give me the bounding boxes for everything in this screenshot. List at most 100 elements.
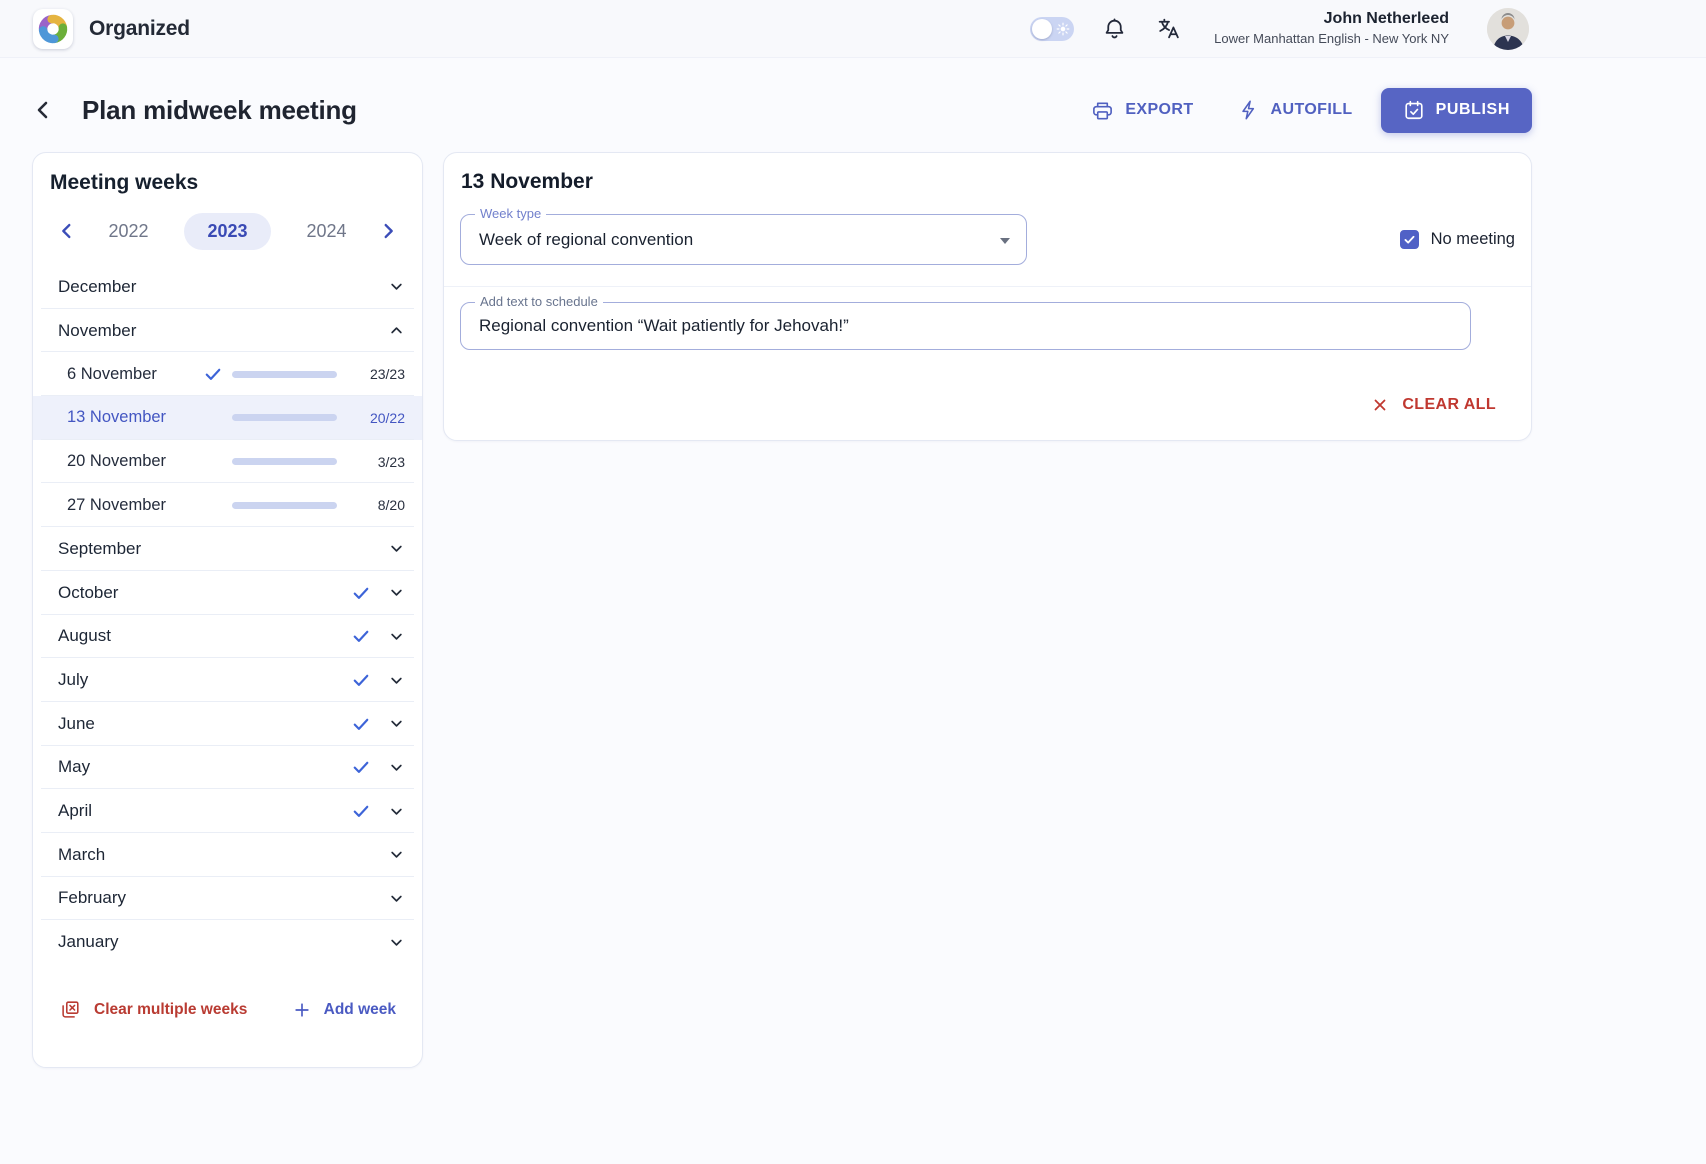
language-button[interactable]: [1154, 15, 1182, 43]
autofill-button[interactable]: AUTOFILL: [1238, 99, 1353, 121]
week-type-select[interactable]: Week type Week of regional convention: [460, 214, 1027, 265]
back-button[interactable]: [30, 97, 56, 123]
week-type-value: Week of regional convention: [479, 230, 693, 250]
meeting-weeks-panel: Meeting weeks 2022 2023 2024 December No…: [32, 152, 423, 1068]
autofill-label: AUTOFILL: [1271, 101, 1353, 119]
top-bar: Organized: [0, 0, 1706, 58]
section-divider: [444, 286, 1531, 287]
month-label: March: [58, 845, 387, 865]
week-count: 23/23: [337, 366, 405, 382]
week-row[interactable]: 13 November 20/22: [33, 396, 422, 440]
year-tab-prev[interactable]: 2022: [108, 221, 148, 242]
month-label: December: [58, 277, 387, 297]
week-row[interactable]: 20 November 3/23: [33, 440, 422, 484]
no-meeting-checkbox[interactable]: [1400, 230, 1419, 249]
month-check-icon: [351, 714, 371, 734]
export-button[interactable]: EXPORT: [1091, 99, 1193, 122]
clear-all-button[interactable]: CLEAR ALL: [1371, 396, 1496, 414]
month-check-icon: [351, 670, 371, 690]
chevron-down-icon[interactable]: [387, 845, 406, 864]
chevron-down-icon[interactable]: [387, 802, 406, 821]
month-row[interactable]: January: [33, 920, 422, 964]
month-label: February: [58, 888, 387, 908]
plus-icon: [292, 1000, 312, 1020]
schedule-text-label: Add text to schedule: [475, 294, 603, 309]
chevron-down-icon[interactable]: [387, 758, 406, 777]
week-row[interactable]: 6 November 23/23: [33, 352, 422, 396]
theme-toggle[interactable]: [1030, 17, 1074, 41]
year-navigation: 2022 2023 2024: [55, 212, 400, 250]
export-label: EXPORT: [1125, 101, 1193, 119]
chevron-left-icon: [31, 98, 55, 122]
prev-year-button[interactable]: [55, 219, 79, 243]
week-label: 6 November: [67, 365, 203, 384]
year-tab-selected[interactable]: 2023: [184, 213, 270, 250]
month-label: August: [58, 626, 351, 646]
week-progress-bar: [232, 458, 337, 465]
month-check-icon: [351, 583, 371, 603]
chevron-down-icon[interactable]: [387, 933, 406, 952]
brand-name: Organized: [89, 17, 190, 41]
chevron-down-icon[interactable]: [387, 671, 406, 690]
user-info[interactable]: John Netherleed Lower Manhattan English …: [1214, 9, 1449, 47]
schedule-text-field: Add text to schedule: [460, 302, 1471, 350]
month-label: May: [58, 757, 351, 777]
next-year-button[interactable]: [376, 219, 400, 243]
week-progress-bar: [232, 371, 337, 378]
month-row[interactable]: March: [33, 833, 422, 877]
month-row[interactable]: April: [33, 789, 422, 833]
sun-icon: [1056, 22, 1070, 36]
week-count: 3/23: [337, 454, 405, 470]
year-tab-next[interactable]: 2024: [306, 221, 346, 242]
clear-multiple-weeks-button[interactable]: Clear multiple weeks: [59, 999, 247, 1021]
app-logo-icon[interactable]: [33, 9, 73, 49]
publish-label: PUBLISH: [1436, 101, 1510, 119]
month-list: December November 6 November 23/23 13 No…: [33, 265, 422, 964]
month-row[interactable]: July: [33, 658, 422, 702]
month-row[interactable]: February: [33, 877, 422, 921]
week-label: 27 November: [67, 496, 203, 515]
schedule-text-input[interactable]: [461, 303, 1470, 349]
page-title: Plan midweek meeting: [82, 95, 357, 126]
chevron-down-icon[interactable]: [387, 583, 406, 602]
chevron-down-icon[interactable]: [387, 539, 406, 558]
chevron-down-icon[interactable]: [387, 714, 406, 733]
month-label: April: [58, 801, 351, 821]
month-row[interactable]: September: [33, 527, 422, 571]
printer-icon: [1091, 99, 1114, 122]
month-row[interactable]: June: [33, 702, 422, 746]
translate-icon: [1156, 16, 1181, 41]
toggle-knob: [1032, 19, 1052, 39]
week-detail-panel: 13 November Week type Week of regional c…: [443, 152, 1532, 441]
check-icon: [1403, 233, 1416, 246]
no-meeting-control[interactable]: No meeting: [1400, 230, 1515, 249]
calendar-check-icon: [1403, 99, 1425, 121]
avatar[interactable]: [1487, 8, 1529, 50]
month-row[interactable]: November: [33, 309, 422, 353]
month-row[interactable]: August: [33, 615, 422, 659]
notifications-button[interactable]: [1100, 15, 1128, 43]
week-check-icon: [203, 364, 223, 384]
bell-icon: [1102, 16, 1127, 41]
publish-button[interactable]: PUBLISH: [1381, 88, 1532, 133]
add-week-button[interactable]: Add week: [292, 1000, 396, 1020]
x-icon: [1371, 396, 1389, 414]
month-check-icon: [351, 801, 371, 821]
top-bar-right: John Netherleed Lower Manhattan English …: [1030, 8, 1529, 50]
month-row[interactable]: October: [33, 571, 422, 615]
chevron-down-icon[interactable]: [387, 889, 406, 908]
chevron-down-icon[interactable]: [387, 321, 406, 340]
week-type-label: Week type: [475, 206, 546, 221]
chevron-right-icon: [377, 220, 399, 242]
month-label: July: [58, 670, 351, 690]
chevron-down-icon[interactable]: [387, 277, 406, 296]
month-label: June: [58, 714, 351, 734]
week-row[interactable]: 27 November 8/20: [33, 483, 422, 527]
month-row[interactable]: May: [33, 746, 422, 790]
chevron-left-icon: [56, 220, 78, 242]
lightning-icon: [1238, 99, 1260, 121]
week-progress-bar: [232, 502, 337, 509]
dropdown-caret-icon: [1000, 238, 1010, 244]
month-row[interactable]: December: [33, 265, 422, 309]
chevron-down-icon[interactable]: [387, 627, 406, 646]
